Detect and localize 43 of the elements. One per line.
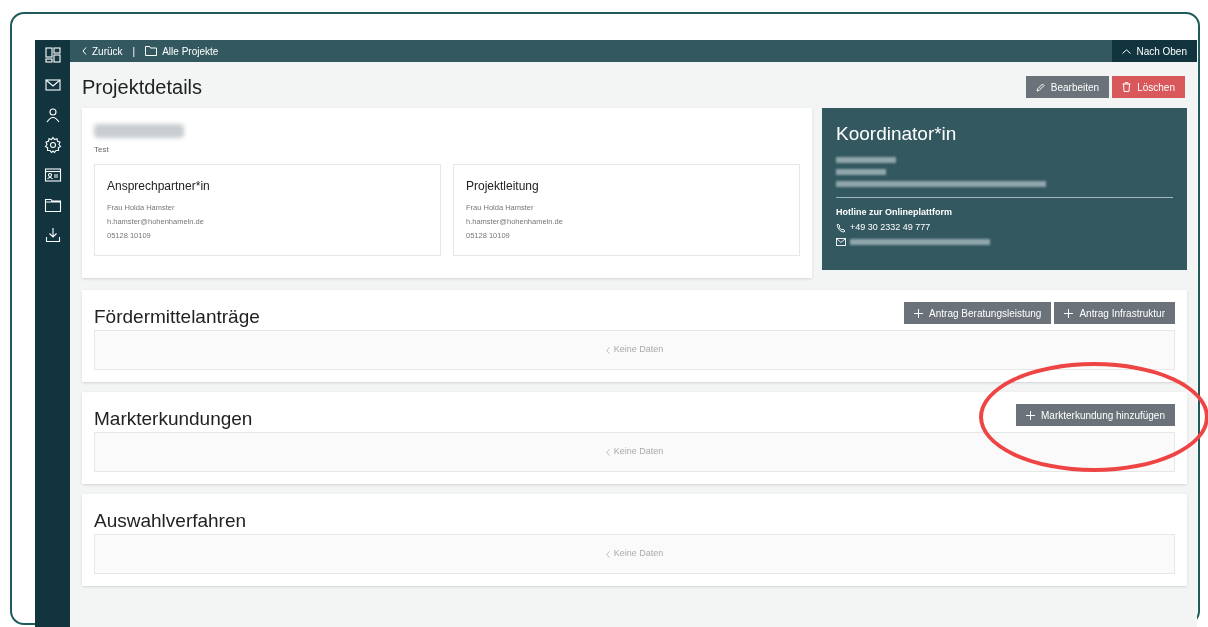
chevron-up-icon [1122, 48, 1132, 54]
trash-icon [1122, 82, 1132, 92]
phone-icon [836, 222, 846, 233]
project-subtitle: Test [94, 144, 110, 156]
page-title: Projektdetails [82, 75, 203, 100]
add-button[interactable]: Markterkundung hinzufügen [1016, 404, 1175, 426]
add-button[interactable]: Antrag Beratungsleistung [904, 302, 1052, 324]
empty-message: Keine Daten [613, 547, 664, 561]
id-card-icon[interactable] [43, 166, 62, 184]
section-title: Auswahlverfahren [94, 510, 247, 532]
blurred-text [836, 156, 896, 163]
folder-icon [145, 46, 158, 56]
dashboard-icon[interactable] [43, 46, 62, 64]
back-link[interactable]: Zurück [82, 43, 123, 59]
chevron-left-icon [605, 346, 610, 354]
blurred-text [836, 168, 886, 175]
empty-message: Keine Daten [613, 343, 664, 357]
edit-button[interactable]: Bearbeiten [1025, 76, 1110, 98]
folder-icon[interactable] [43, 196, 62, 214]
section-title: Markterkundungen [94, 408, 253, 430]
all-projects-link[interactable]: Alle Projekte [145, 43, 219, 59]
mail-icon[interactable] [43, 76, 62, 94]
separator: | [132, 44, 136, 59]
contact-title: Ansprechpartner*in [107, 178, 211, 195]
hotline-title: Hotline zur Onlineplattform [836, 205, 953, 219]
settings-icon[interactable] [43, 136, 62, 154]
hotline-phone: +49 30 2332 49 777 [850, 221, 931, 234]
chevron-left-icon [605, 550, 610, 558]
plus-icon [1064, 308, 1074, 318]
to-top-button[interactable]: Nach Oben [1112, 40, 1197, 62]
add-button[interactable]: Antrag Infrastruktur [1054, 302, 1175, 324]
delete-button[interactable]: Löschen [1112, 76, 1185, 98]
empty-message: Keine Daten [613, 445, 664, 459]
pencil-icon [1035, 82, 1045, 92]
chevron-left-icon [82, 47, 87, 55]
mail-icon [836, 237, 846, 246]
contact-title: Projektleitung [466, 178, 540, 195]
section-title: Fördermittelanträge [94, 306, 260, 328]
download-icon[interactable] [43, 226, 62, 244]
chevron-left-icon [605, 448, 610, 456]
plus-icon [1026, 410, 1035, 420]
plus-icon [914, 308, 924, 318]
coordinator-title: Koordinator*in [836, 122, 958, 146]
